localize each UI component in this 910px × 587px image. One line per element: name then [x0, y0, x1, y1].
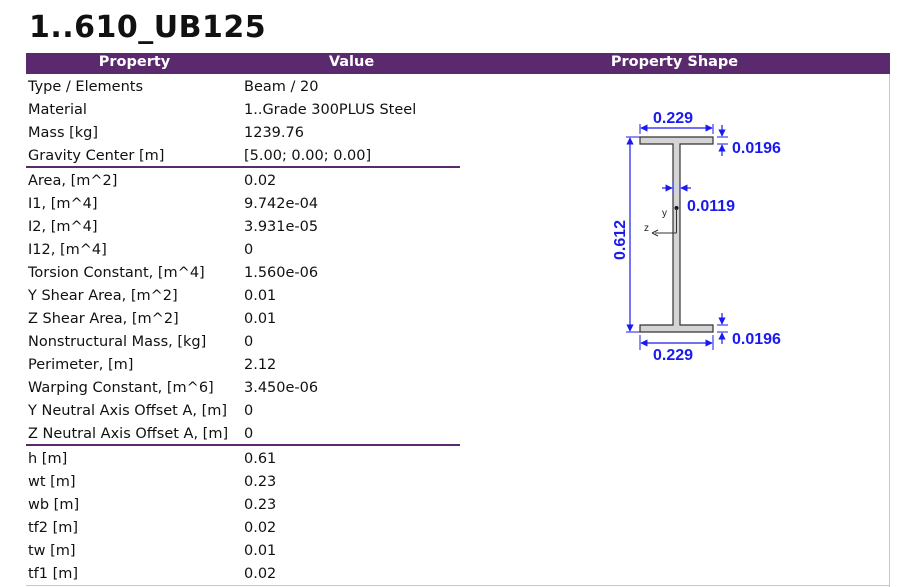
- table-row: h [m] 0.61: [26, 448, 460, 471]
- table-right-border: [889, 74, 890, 587]
- property-name: Z Shear Area, [m^2]: [28, 311, 179, 327]
- property-name: Type / Elements: [28, 79, 143, 95]
- table-row: wb [m] 0.23: [26, 494, 460, 517]
- web-dimension: 0.0119: [687, 198, 735, 215]
- property-value: 0.01: [244, 311, 277, 327]
- property-value: 1239.76: [244, 125, 304, 141]
- property-name: tf2 [m]: [28, 520, 79, 536]
- table-row: tf1 [m] 0.02: [26, 563, 460, 586]
- table-row: Torsion Constant, [m^4] 1.560e-06: [26, 262, 460, 285]
- property-name: tf1 [m]: [28, 566, 79, 582]
- property-name: Area, [m^2]: [28, 173, 118, 189]
- property-value: 0: [244, 334, 254, 350]
- table-row: Z Shear Area, [m^2] 0.01: [26, 308, 460, 331]
- height-dimension: 0.612: [612, 220, 629, 260]
- property-name: Y Shear Area, [m^2]: [28, 288, 178, 304]
- header-property-shape: Property Shape: [610, 54, 739, 70]
- property-value: [5.00; 0.00; 0.00]: [244, 148, 372, 164]
- property-value: 0.23: [244, 474, 277, 490]
- property-name: Material: [28, 102, 87, 118]
- table-row: Area, [m^2] 0.02: [26, 170, 460, 193]
- property-value: 3.931e-05: [244, 219, 319, 235]
- i-beam-diagram: y z 0.229 0.0196 0.0119 0.612 0.0196 0.2…: [612, 110, 781, 364]
- property-value: 1..Grade 300PLUS Steel: [244, 102, 417, 118]
- table-row: Warping Constant, [m^6] 3.450e-06: [26, 377, 460, 400]
- property-value: 0.61: [244, 451, 277, 467]
- property-value: 0: [244, 403, 254, 419]
- table-row: tw [m] 0.01: [26, 540, 460, 563]
- axis-z-label: z: [644, 223, 649, 234]
- property-value: 3.450e-06: [244, 380, 319, 396]
- property-value: 0: [244, 242, 254, 258]
- property-name: wb [m]: [28, 497, 80, 513]
- table-row: wt [m] 0.23: [26, 471, 460, 494]
- property-name: Torsion Constant, [m^4]: [28, 265, 205, 281]
- property-name: tw [m]: [28, 543, 76, 559]
- table-row: I1, [m^4] 9.742e-04: [26, 193, 460, 216]
- property-name: Z Neutral Axis Offset A, [m]: [28, 426, 229, 442]
- table-row: Mass [kg] 1239.76: [26, 122, 460, 145]
- property-name: Nonstructural Mass, [kg]: [28, 334, 207, 350]
- table-row: I12, [m^4] 0: [26, 239, 460, 262]
- table-row: Gravity Center [m] [5.00; 0.00; 0.00]: [26, 145, 460, 168]
- section-title: 1..610_UB125: [29, 10, 267, 45]
- property-value: 1.560e-06: [244, 265, 319, 281]
- property-value: 2.12: [244, 357, 277, 373]
- property-value: 9.742e-04: [244, 196, 319, 212]
- header-property: Property: [98, 54, 171, 70]
- table-row: Nonstructural Mass, [kg] 0: [26, 331, 460, 354]
- property-name: Mass [kg]: [28, 125, 99, 141]
- i-beam-section: [639, 136, 714, 333]
- property-value: 0: [244, 426, 254, 442]
- property-value: 0.02: [244, 566, 277, 582]
- property-value: 0.02: [244, 173, 277, 189]
- table-row: Z Neutral Axis Offset A, [m] 0: [26, 423, 460, 446]
- table-row: I2, [m^4] 3.931e-05: [26, 216, 460, 239]
- property-value: 0.01: [244, 543, 277, 559]
- property-value: 0.23: [244, 497, 277, 513]
- property-name: wt [m]: [28, 474, 76, 490]
- top-flange-dimension: 0.0196: [732, 140, 781, 157]
- axis-y-label: y: [662, 208, 667, 219]
- table-row: Y Neutral Axis Offset A, [m] 0: [26, 400, 460, 423]
- table-bottom-border: [26, 585, 890, 586]
- property-name: Warping Constant, [m^6]: [28, 380, 214, 396]
- property-name: I12, [m^4]: [28, 242, 107, 258]
- property-name: I1, [m^4]: [28, 196, 98, 212]
- table-row: Material 1..Grade 300PLUS Steel: [26, 99, 460, 122]
- table-header: Property Value Property Shape: [26, 53, 890, 74]
- property-name: h [m]: [28, 451, 68, 467]
- table-row: Y Shear Area, [m^2] 0.01: [26, 285, 460, 308]
- property-name: Gravity Center [m]: [28, 148, 165, 164]
- property-name: Y Neutral Axis Offset A, [m]: [28, 403, 228, 419]
- table-row: Perimeter, [m] 2.12: [26, 354, 460, 377]
- property-value: 0.01: [244, 288, 277, 304]
- header-value: Value: [328, 54, 375, 70]
- top-width-dimension: 0.229: [653, 110, 693, 127]
- bottom-flange-dimension: 0.0196: [732, 331, 781, 348]
- table-row: tf2 [m] 0.02: [26, 517, 460, 540]
- property-table: Type / Elements Beam / 20 Material 1..Grade…: [26, 76, 460, 586]
- property-value: Beam / 20: [244, 79, 319, 95]
- property-value: 0.02: [244, 520, 277, 536]
- property-name: Perimeter, [m]: [28, 357, 134, 373]
- property-name: I2, [m^4]: [28, 219, 98, 235]
- table-row: Type / Elements Beam / 20: [26, 76, 460, 99]
- bottom-width-dimension: 0.229: [653, 347, 693, 364]
